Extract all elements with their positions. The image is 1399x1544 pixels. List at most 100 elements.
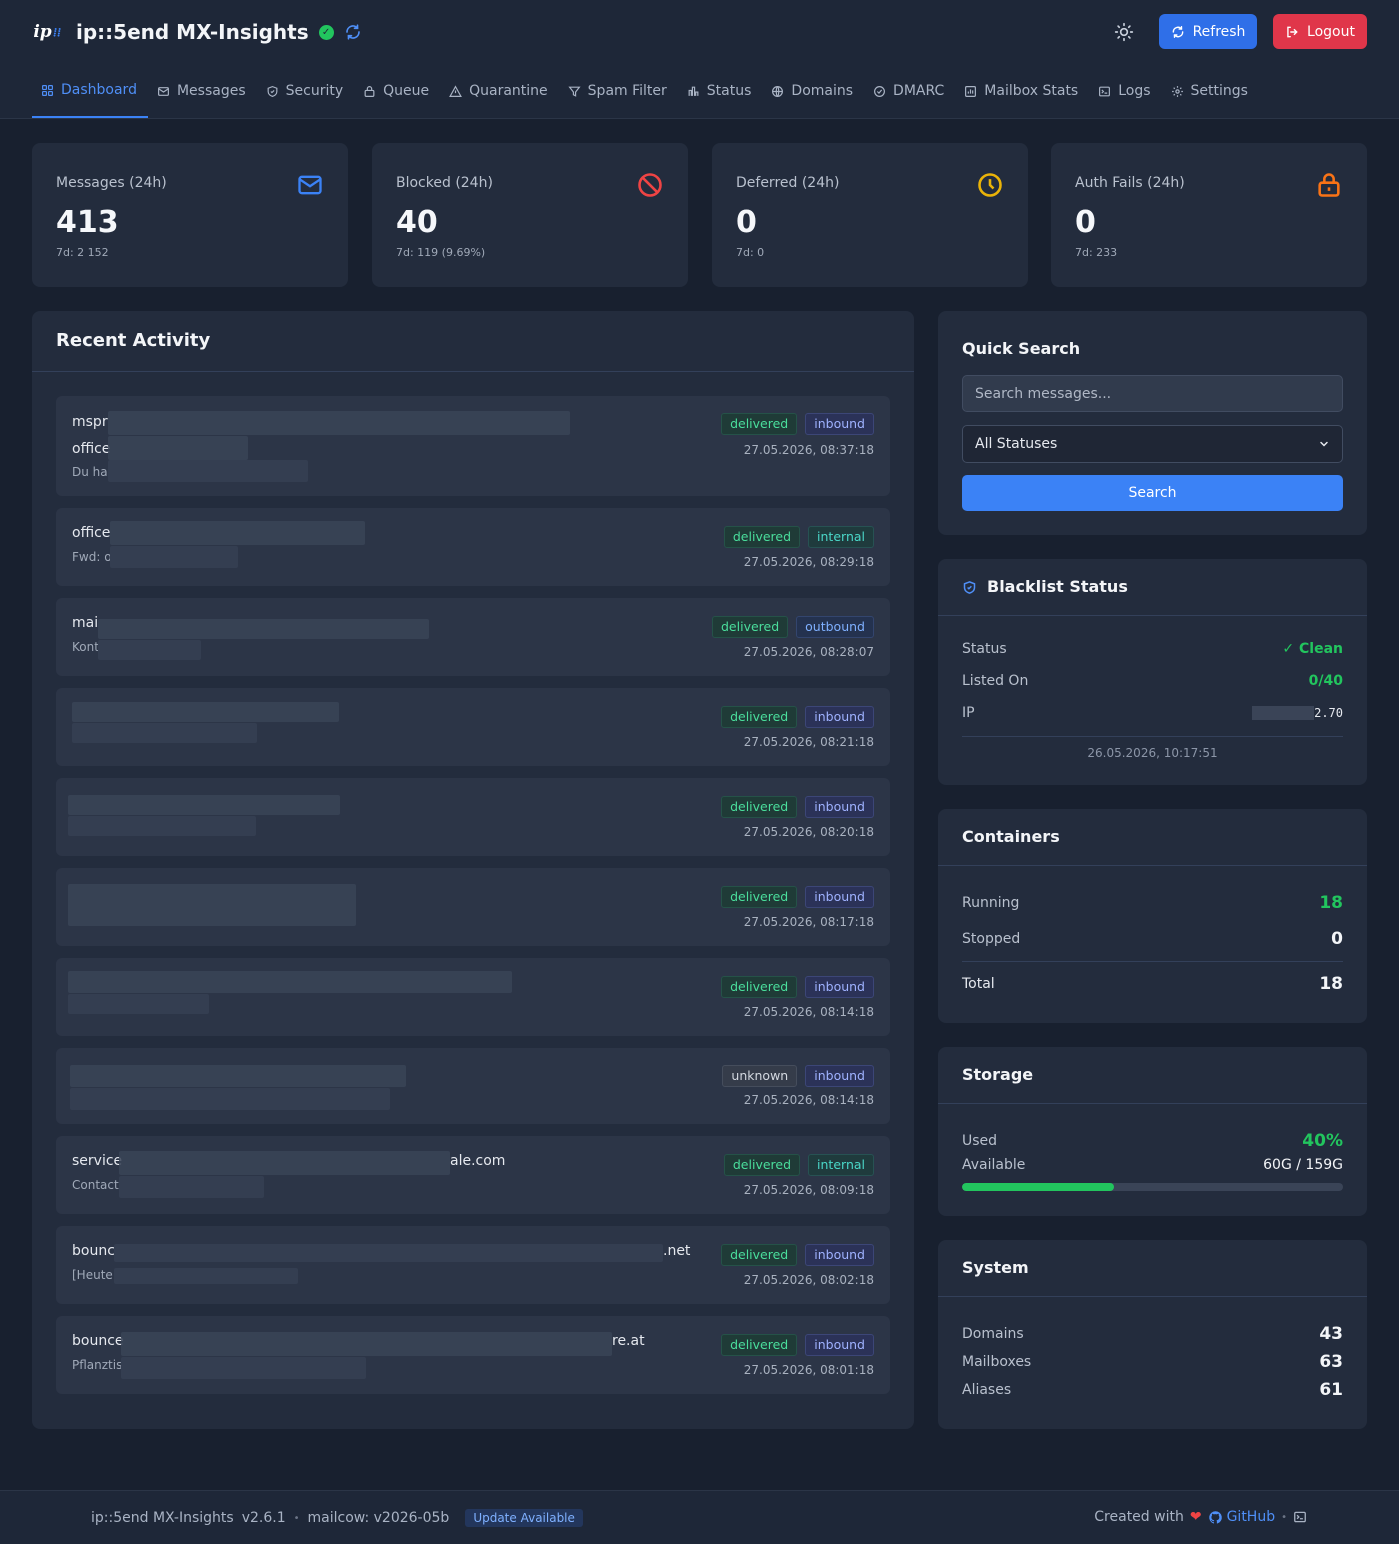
stat-value: 0 (1075, 205, 1096, 240)
redacted-block (72, 723, 257, 743)
stat-value: 413 (56, 205, 119, 240)
checked-at: 26.05.2026, 10:17:51 (1087, 746, 1218, 760)
activity-time: 27.05.2026, 08:01:18 (743, 1363, 874, 1377)
lock-icon (364, 85, 375, 97)
tab-dashboard[interactable]: Dashboard (32, 64, 148, 118)
redacted-block (119, 1176, 264, 1198)
status-badge: delivered (721, 413, 798, 435)
tab-dmarc[interactable]: DMARC (864, 64, 955, 118)
brand: ip ⁞⁞ ip::5end MX-Insights ✓ (32, 14, 362, 50)
activity-item[interactable]: bounce re.at Pflanztis delivered inbound… (56, 1316, 890, 1394)
mailboxes-count: 63 (1319, 1352, 1343, 1372)
logout-button[interactable]: Logout (1273, 14, 1367, 49)
status-badge: delivered (721, 886, 798, 908)
redacted-block (110, 546, 238, 568)
blocked-icon (638, 173, 662, 197)
activity-item[interactable]: unknown inbound 27.05.2026, 08:14:18 (56, 1048, 890, 1124)
domains-count: 43 (1319, 1324, 1343, 1344)
storage-progress-fill (962, 1183, 1115, 1191)
activity-time: 27.05.2026, 08:28:07 (743, 645, 874, 659)
direction-badge: inbound (805, 886, 874, 908)
search-button[interactable]: Search (962, 475, 1343, 511)
main-nav: Dashboard Messages Security Queue Quaran… (32, 64, 1259, 118)
activity-time: 27.05.2026, 08:09:18 (743, 1183, 874, 1197)
recent-activity-panel: Recent Activity mspr office Du has deliv… (32, 311, 914, 1429)
theme-toggle-sun-icon[interactable] (1114, 22, 1134, 42)
redacted-block (68, 816, 256, 836)
shield-check-icon (963, 581, 976, 594)
refresh-label: Refresh (1192, 23, 1246, 40)
activity-item[interactable]: service ale.com Contact delivered intern… (56, 1136, 890, 1214)
tab-mailbox-stats[interactable]: Mailbox Stats (955, 64, 1089, 118)
terminal-icon (1099, 86, 1111, 96)
sync-icon[interactable] (344, 23, 362, 41)
status-badge: delivered (721, 706, 798, 728)
stat-value: 0 (736, 205, 757, 240)
redacted-block (98, 619, 429, 639)
status-select[interactable]: All Statuses (962, 425, 1343, 463)
shield-icon (267, 85, 278, 97)
direction-badge: inbound (805, 1065, 874, 1087)
stat-sub: 7d: 2 152 (56, 246, 109, 259)
stat-label: Auth Fails (24h) (1075, 175, 1185, 191)
redacted-block (119, 1151, 450, 1175)
activity-item[interactable]: mspr office Du has delivered inbound 27.… (56, 396, 890, 496)
storage-title: Storage (962, 1065, 1034, 1084)
redacted-block (70, 1088, 390, 1110)
footer-version: v2.6.1 (241, 1510, 286, 1526)
direction-badge: inbound (805, 1244, 874, 1266)
blacklist-panel: Blacklist Status Status ✓ Clean Listed On… (938, 559, 1367, 785)
activity-item[interactable]: mai Kont delivered outbound 27.05.2026, … (56, 598, 890, 676)
check-circle-icon (874, 85, 886, 97)
tab-messages[interactable]: Messages (148, 64, 257, 118)
status-badge: delivered (721, 796, 798, 818)
status-badge: delivered (723, 1154, 801, 1176)
system-panel: System Domains 43 Mailboxes 63 Aliases 61 (938, 1240, 1367, 1429)
tab-domains[interactable]: Domains (762, 64, 864, 118)
redacted-block (114, 1268, 298, 1284)
tab-status[interactable]: Status (678, 64, 763, 118)
direction-badge: inbound (805, 706, 874, 728)
ip-value: 2.70 (1314, 706, 1343, 720)
tab-logs[interactable]: Logs (1089, 64, 1161, 118)
stat-sub: 7d: 0 (736, 246, 765, 259)
direction-badge: inbound (805, 796, 874, 818)
tab-quarantine[interactable]: Quarantine (440, 64, 559, 118)
activity-item[interactable]: office Fwd: o delivered internal 27.05.2… (56, 508, 890, 586)
clock-icon (978, 173, 1002, 197)
status-badge: delivered (721, 976, 798, 998)
stat-card-deferred: Deferred (24h) 0 7d: 0 (712, 143, 1028, 287)
running-count: 18 (1319, 893, 1343, 913)
activity-time: 27.05.2026, 08:14:18 (743, 1093, 874, 1107)
globe-icon (772, 85, 784, 97)
refresh-button[interactable]: Refresh (1159, 14, 1257, 49)
redacted-block (114, 1244, 663, 1262)
redacted-block (68, 795, 340, 815)
update-available-badge[interactable]: Update Available (465, 1509, 583, 1527)
activity-item[interactable]: delivered inbound 27.05.2026, 08:20:18 (56, 778, 890, 856)
tab-spam-filter[interactable]: Spam Filter (559, 64, 678, 118)
github-link[interactable]: GitHub (1208, 1509, 1275, 1525)
activity-item[interactable]: delivered inbound 27.05.2026, 08:21:18 (56, 688, 890, 766)
tab-settings[interactable]: Settings (1162, 64, 1259, 118)
warning-icon (449, 84, 463, 97)
app-logo[interactable]: ip ⁞⁞ (32, 17, 62, 47)
activity-item[interactable]: delivered inbound 27.05.2026, 08:14:18 (56, 958, 890, 1036)
tab-security[interactable]: Security (257, 64, 355, 118)
blacklist-status: ✓ Clean (1282, 641, 1343, 657)
total-count: 18 (1319, 974, 1343, 994)
tab-queue[interactable]: Queue (354, 64, 440, 118)
search-input[interactable] (962, 375, 1343, 412)
status-badge: delivered (723, 526, 801, 548)
redacted-block (108, 460, 308, 482)
activity-item[interactable]: bounc .net [Heute delivered inbound 27.0… (56, 1226, 890, 1304)
aliases-count: 61 (1319, 1380, 1343, 1400)
redacted-block (72, 702, 339, 722)
bar-chart-icon (688, 86, 699, 96)
activity-item[interactable]: delivered inbound 27.05.2026, 08:17:18 (56, 868, 890, 946)
redacted-block (108, 411, 570, 435)
redacted-block (70, 1065, 406, 1087)
logout-label: Logout (1307, 23, 1355, 40)
terminal-icon[interactable] (1293, 1510, 1307, 1524)
filter-icon (568, 86, 581, 97)
